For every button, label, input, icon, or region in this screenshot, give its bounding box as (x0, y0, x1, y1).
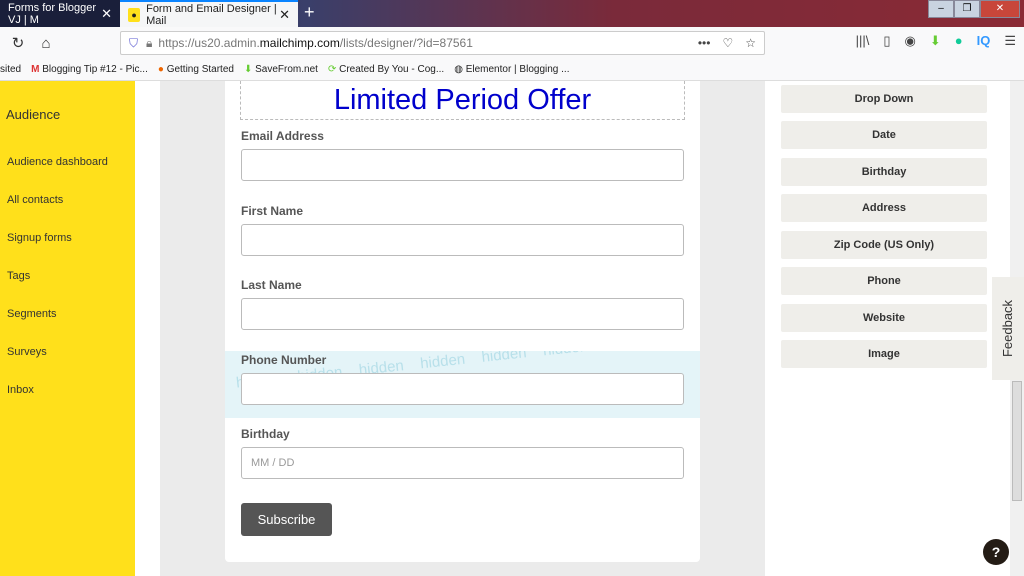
url-path: /lists/designer/?id=87561 (339, 36, 473, 50)
gmail-icon: M (31, 64, 43, 75)
sidebar-item-segments[interactable]: Segments (7, 308, 57, 320)
iq-icon[interactable]: IQ (977, 33, 991, 49)
restore-icon[interactable]: ❐ (954, 0, 980, 18)
star-icon[interactable]: ☆ (745, 36, 756, 50)
sidebar-item-all-contacts[interactable]: All contacts (7, 194, 63, 206)
help-button[interactable]: ? (983, 539, 1009, 565)
first-name-field[interactable] (241, 224, 684, 256)
tab-label: Form and Email Designer | Mail (146, 2, 277, 27)
library-icon[interactable]: |||\ (856, 33, 870, 49)
feedback-button[interactable]: Feedback (992, 277, 1024, 380)
pocket-icon[interactable]: ♡ (722, 36, 733, 50)
form-title[interactable]: Limited Period Offer (240, 81, 685, 120)
download-icon[interactable]: ⬇ (930, 33, 941, 49)
bookmark[interactable]: sited (0, 64, 21, 75)
last-name-field[interactable] (241, 298, 684, 330)
url-bar[interactable]: ⛉ 🔒︎ https://us20.admin. mailchimp.com/li… (120, 31, 765, 55)
add-image-button[interactable]: Image (781, 340, 987, 368)
bookmark[interactable]: ⟳ Created By You - Cog... (328, 64, 444, 75)
minimize-icon[interactable]: – (928, 0, 954, 18)
signup-form: Limited Period Offer Email Address First… (225, 81, 700, 562)
sidebar-item-audience-dashboard[interactable]: Audience dashboard (7, 156, 108, 168)
bookmark[interactable]: ◍ Elementor | Blogging ... (454, 64, 569, 75)
more-icon[interactable]: ••• (698, 36, 711, 50)
sidebar-heading: Audience (6, 107, 61, 122)
add-birthday-button[interactable]: Birthday (781, 158, 987, 186)
sidebar-item-signup-forms[interactable]: Signup forms (7, 232, 72, 244)
email-field[interactable] (241, 149, 684, 181)
sidebar-item-inbox[interactable]: Inbox (7, 384, 34, 396)
account-icon[interactable]: ◉ (905, 33, 916, 49)
add-date-button[interactable]: Date (781, 121, 987, 149)
add-website-button[interactable]: Website (781, 304, 987, 332)
reload-icon[interactable]: ↻ (8, 34, 28, 52)
shield-icon[interactable]: ⛉ (129, 36, 138, 51)
birthday-label: Birthday (241, 427, 290, 441)
add-zip-code-button[interactable]: Zip Code (US Only) (781, 231, 987, 259)
menu-icon[interactable]: ☰ (1004, 33, 1016, 49)
mailchimp-icon: ● (128, 7, 141, 22)
sidebar-item-tags[interactable]: Tags (7, 270, 30, 282)
grammarly-icon[interactable]: ● (955, 33, 963, 49)
new-tab-icon[interactable]: + (304, 2, 315, 23)
add-dropdown-button[interactable]: Drop Down (781, 85, 987, 113)
nav-bar: ↻ ⌂ ⛉ 🔒︎ https://us20.admin. mailchimp.co… (0, 27, 1024, 59)
sidebar-item-surveys[interactable]: Surveys (7, 346, 47, 358)
last-name-label: Last Name (241, 278, 302, 292)
phone-label: Phone Number (241, 353, 327, 367)
close-icon[interactable]: ✕ (101, 6, 112, 22)
field-panel: Drop Down Date Birthday Address Zip Code… (765, 81, 1010, 576)
cog-icon: ⟳ (327, 64, 340, 75)
url-domain: mailchimp.com (259, 36, 340, 50)
bookmarks-bar: sited M Blogging Tip #12 - Pic... ● Gett… (0, 59, 1024, 81)
phone-field[interactable] (241, 373, 684, 405)
url-prefix: https://us20.admin. (158, 36, 260, 50)
globe-icon: ◍ (454, 64, 466, 75)
add-address-button[interactable]: Address (781, 194, 987, 222)
bookmark[interactable]: ● Getting Started (158, 64, 234, 75)
tab-label: Forms for Blogger VJ | M (8, 1, 97, 26)
lock-icon: 🔒︎ (146, 35, 153, 50)
feedback-label: Feedback (1000, 299, 1016, 358)
sidebar: Audience Audience dashboard All contacts… (0, 81, 135, 576)
scrollbar-thumb[interactable] (1012, 381, 1022, 501)
tab-form-designer[interactable]: ● Form and Email Designer | Mail ✕ (120, 0, 298, 27)
add-phone-button[interactable]: Phone (781, 267, 987, 295)
savefrom-icon: ⬇ (243, 64, 256, 75)
home-icon[interactable]: ⌂ (36, 35, 56, 52)
subscribe-button[interactable]: Subscribe (241, 503, 332, 536)
first-name-label: First Name (241, 204, 304, 218)
email-label: Email Address (241, 129, 324, 143)
close-icon[interactable]: ✕ (279, 7, 290, 23)
bookmark[interactable]: ⬇ SaveFrom.net (244, 64, 318, 75)
close-window-icon[interactable]: ✕ (980, 0, 1020, 18)
firefox-icon: ● (157, 64, 167, 75)
sidebar-icon[interactable]: ▯ (883, 33, 890, 49)
bookmark[interactable]: M Blogging Tip #12 - Pic... (31, 64, 148, 75)
tab-bar: Forms for Blogger VJ | M ✕ ● Form and Emai… (0, 0, 1024, 27)
birthday-field[interactable]: MM / DD (241, 447, 684, 479)
tab-forms-for-blogger[interactable]: Forms for Blogger VJ | M ✕ (0, 0, 120, 27)
